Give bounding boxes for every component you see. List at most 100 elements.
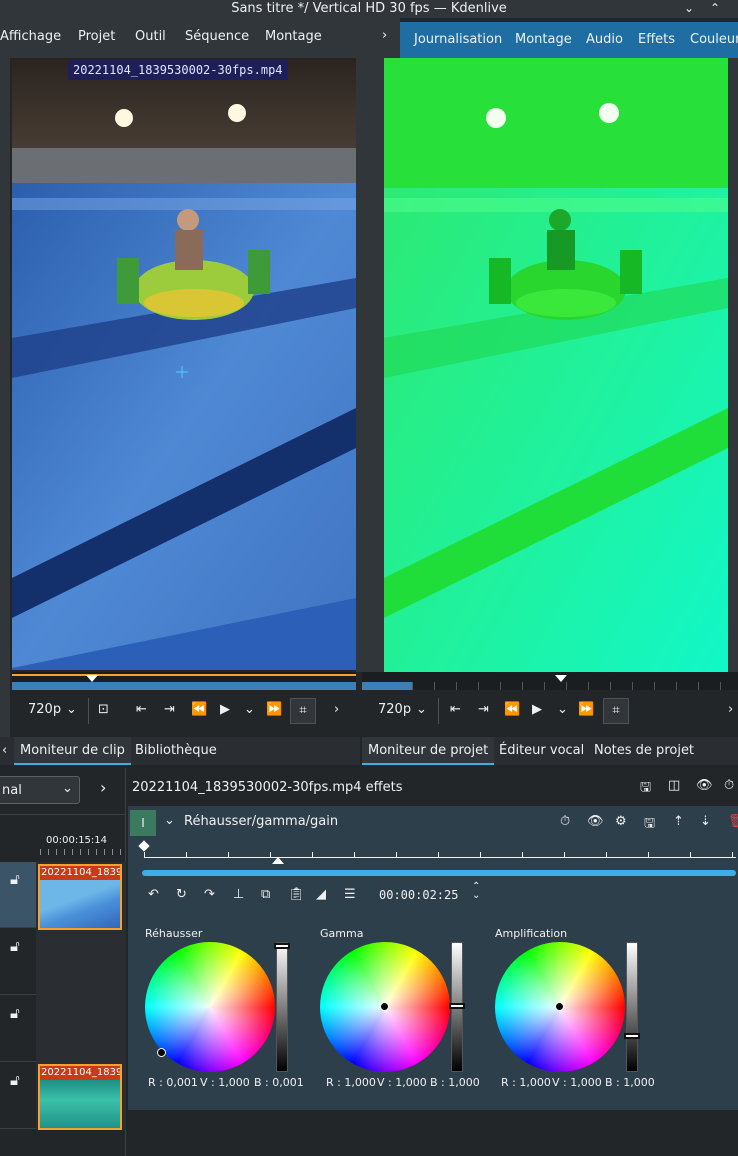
effect-keyframe-icon[interactable]: ⏱︎ bbox=[560, 814, 570, 829]
wheel-cursor[interactable] bbox=[555, 1002, 564, 1011]
slider-handle[interactable] bbox=[624, 1033, 640, 1039]
menu-sequence[interactable]: Séquence bbox=[185, 29, 249, 44]
slider-rehausser[interactable] bbox=[274, 942, 290, 1072]
timer-icon[interactable]: ⏱︎ bbox=[724, 778, 734, 793]
play-icon[interactable]: ▶ bbox=[220, 702, 230, 717]
color-wheel-rehausser[interactable] bbox=[145, 942, 275, 1072]
interpolation-icon[interactable]: ◢ bbox=[316, 887, 326, 902]
set-in-point-icon[interactable]: ⇤ bbox=[136, 702, 147, 717]
menu-outil[interactable]: Outil bbox=[135, 29, 166, 44]
effect-visibility-icon[interactable]: 👁︎ bbox=[587, 814, 604, 829]
lock-icon[interactable]: 🔓︎ bbox=[10, 870, 20, 888]
timeline-mode-select[interactable]: nal ⌄ bbox=[0, 776, 80, 804]
layout-audio[interactable]: Audio bbox=[586, 32, 623, 47]
timeline-next-icon[interactable]: › bbox=[100, 778, 106, 797]
previous-keyframe-icon[interactable]: ↶ bbox=[148, 887, 159, 902]
tabs-scroll-left-icon[interactable]: ‹ bbox=[0, 737, 9, 765]
wheel-label-gamma: Gamma bbox=[320, 927, 364, 940]
set-out-point-icon[interactable]: ⇥ bbox=[164, 702, 175, 717]
maximize-icon[interactable]: ⌃ bbox=[710, 0, 720, 17]
tab-notes-de-projet[interactable]: Notes de projet bbox=[588, 737, 700, 765]
clip-playhead-icon[interactable] bbox=[86, 675, 98, 682]
keyframe-playhead-icon[interactable] bbox=[272, 857, 284, 864]
crop-icon[interactable]: ⌗ bbox=[290, 698, 316, 724]
effect-timecode[interactable]: 00:00:02:25 bbox=[379, 888, 458, 902]
slider-handle[interactable] bbox=[449, 1003, 465, 1009]
project-resolution-select[interactable]: 720p bbox=[378, 702, 411, 717]
timecode-spinner-icon[interactable]: ⌃ ⌄ bbox=[472, 882, 480, 901]
slider-handle[interactable] bbox=[274, 943, 290, 949]
clip-resolution-chevron-icon[interactable]: ⌄ bbox=[66, 702, 77, 717]
eye-icon[interactable]: 👁︎ bbox=[696, 778, 713, 793]
paste-keyframe-icon[interactable]: 📋︎ bbox=[288, 887, 305, 902]
minimize-icon[interactable]: ⌄ bbox=[684, 0, 694, 17]
amplification-v-value: V : 1,000 bbox=[552, 1076, 602, 1089]
wheel-cursor[interactable] bbox=[157, 1048, 166, 1057]
clip-monitor-ruler[interactable] bbox=[12, 672, 356, 690]
copy-keyframe-icon[interactable]: ⧉ bbox=[261, 887, 270, 902]
effect-delete-icon[interactable]: 🗑︎ bbox=[728, 814, 738, 829]
next-keyframe-icon[interactable]: ↷ bbox=[204, 887, 215, 902]
tab-moniteur-de-projet[interactable]: Moniteur de projet bbox=[362, 737, 495, 765]
project-play-icon[interactable]: ▶ bbox=[532, 702, 542, 717]
wheel-cursor[interactable] bbox=[380, 1002, 389, 1011]
layout-effets[interactable]: Effets bbox=[638, 32, 675, 47]
menu-affichage[interactable]: Affichage bbox=[0, 29, 61, 44]
timeline-audio-clip[interactable]: 20221104_1839 bbox=[38, 1064, 122, 1130]
timeline-video-clip[interactable]: 20221104_1839 bbox=[38, 864, 122, 930]
project-set-in-point-icon[interactable]: ⇤ bbox=[450, 702, 461, 717]
rehausser-v-value: V : 1,000 bbox=[200, 1076, 250, 1089]
tab-moniteur-de-clip[interactable]: Moniteur de clip bbox=[14, 737, 131, 765]
lock-icon[interactable]: 🔓︎ bbox=[10, 1071, 20, 1089]
clip-zone-icon[interactable]: ⊡ bbox=[98, 702, 109, 717]
monitor-separator[interactable] bbox=[356, 58, 384, 672]
project-set-out-point-icon[interactable]: ⇥ bbox=[478, 702, 489, 717]
keyframe-zone-bar[interactable] bbox=[142, 870, 736, 876]
color-wheel-amplification[interactable] bbox=[495, 942, 625, 1072]
project-monitor-video[interactable] bbox=[384, 58, 728, 672]
clip-monitor-video[interactable] bbox=[12, 58, 356, 670]
clip-controls-more-icon[interactable]: › bbox=[334, 702, 339, 717]
compare-icon[interactable]: ◫ bbox=[668, 778, 680, 793]
layout-couleur[interactable]: Couleur bbox=[690, 32, 738, 47]
layout-montage[interactable]: Montage bbox=[515, 32, 572, 47]
effect-save-icon[interactable]: 🖫︎ bbox=[644, 814, 655, 836]
project-play-options-chevron-icon[interactable]: ⌄ bbox=[557, 702, 568, 717]
keyframe-ruler[interactable] bbox=[144, 850, 736, 858]
timeline-ruler[interactable]: 00:00:15:14 bbox=[0, 814, 126, 860]
layout-switcher: Journalisation Montage Audio Effets Coul… bbox=[400, 22, 738, 58]
effect-move-up-icon[interactable]: ⇡ bbox=[673, 814, 684, 829]
layout-journalisation[interactable]: Journalisation bbox=[414, 32, 502, 47]
effect-move-down-icon[interactable]: ⇣ bbox=[700, 814, 711, 829]
menu-projet[interactable]: Projet bbox=[78, 29, 115, 44]
clip-monitor-controls: 720p ⌄ ⊡ ⇤ ⇥ ⏪ ▶ ⌄ ⏩ ⌗ › bbox=[12, 692, 358, 732]
slider-gamma[interactable] bbox=[449, 942, 465, 1072]
gamma-r-value: R : 1,000 bbox=[326, 1076, 376, 1089]
effect-presets-icon[interactable]: ⚙︎ bbox=[615, 814, 627, 829]
project-forward-icon[interactable]: ⏩ bbox=[578, 702, 594, 717]
color-wheel-gamma[interactable] bbox=[320, 942, 450, 1072]
project-playhead-icon[interactable] bbox=[555, 675, 567, 682]
options-menu-icon[interactable]: ☰ bbox=[344, 887, 356, 902]
menu-montage[interactable]: Montage bbox=[265, 29, 322, 44]
effect-collapse-chevron-icon[interactable]: ⌄ bbox=[164, 813, 175, 828]
slider-amplification[interactable] bbox=[624, 942, 640, 1072]
rewind-icon[interactable]: ⏪ bbox=[191, 702, 207, 717]
project-monitor-ruler[interactable] bbox=[362, 672, 738, 690]
lock-icon[interactable]: 🔓︎ bbox=[10, 1004, 20, 1022]
forward-icon[interactable]: ⏩ bbox=[266, 702, 282, 717]
tab-editeur-vocal[interactable]: Éditeur vocal bbox=[493, 737, 590, 765]
lock-icon[interactable]: 🔓︎ bbox=[10, 937, 20, 955]
clip-resolution-select[interactable]: 720p bbox=[28, 702, 61, 717]
project-crop-icon[interactable]: ⌗ bbox=[603, 698, 629, 724]
project-controls-more-icon[interactable]: › bbox=[728, 702, 733, 717]
save-effect-stack-icon[interactable]: 🖫︎ bbox=[640, 778, 651, 800]
play-options-chevron-icon[interactable]: ⌄ bbox=[244, 702, 255, 717]
tab-bibliotheque[interactable]: Bibliothèque bbox=[129, 737, 223, 765]
menu-overflow-chevron-icon[interactable]: › bbox=[382, 28, 387, 43]
project-resolution-chevron-icon[interactable]: ⌄ bbox=[416, 702, 427, 717]
effect-badge[interactable]: I bbox=[130, 810, 156, 836]
keyframe-align-icon[interactable]: ⊥ bbox=[233, 887, 244, 902]
add-keyframe-icon[interactable]: ↻ bbox=[176, 887, 187, 902]
project-rewind-icon[interactable]: ⏪ bbox=[504, 702, 520, 717]
